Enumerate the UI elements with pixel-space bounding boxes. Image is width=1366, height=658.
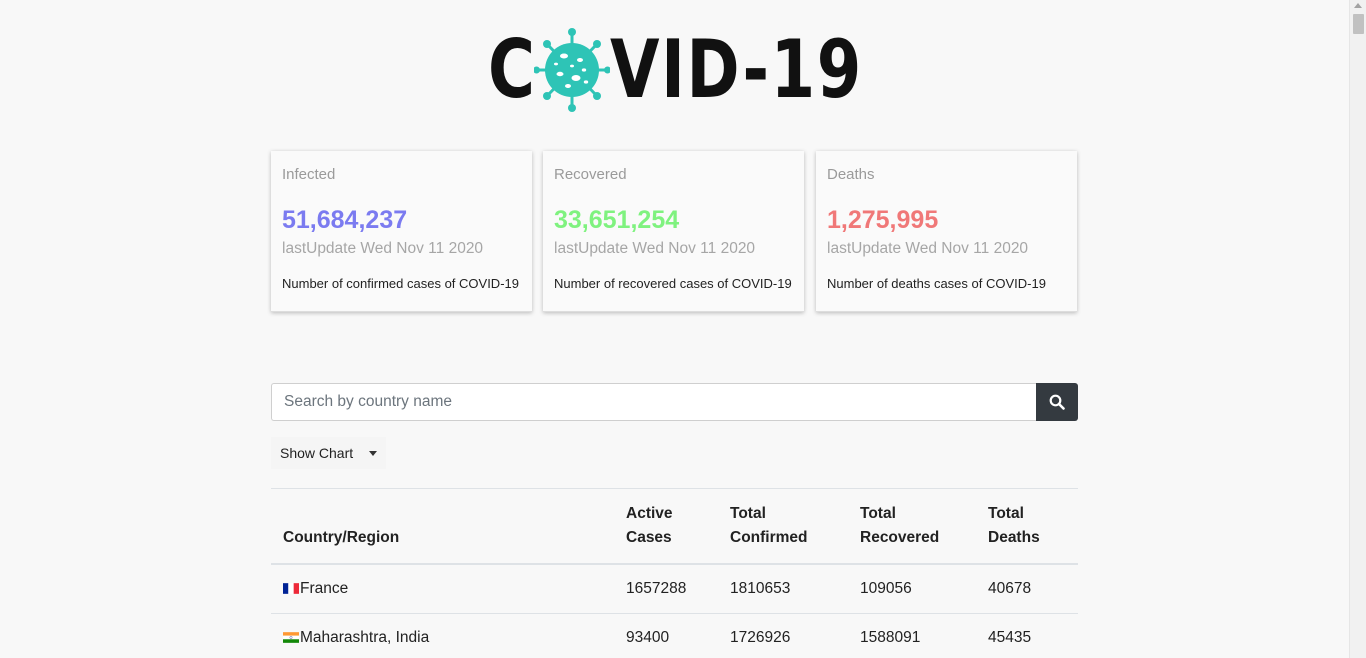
confirmed-cell: 1810653: [718, 564, 848, 614]
last-update: lastUpdate Wed Nov 11 2020: [282, 240, 484, 257]
search-input[interactable]: [271, 383, 1036, 421]
card-description: Number of deaths cases of COVID-19: [827, 276, 1046, 291]
card-title: Infected: [282, 166, 336, 183]
deaths-cell: 45435: [976, 613, 1078, 658]
confirmed-cell: 1726926: [718, 613, 848, 658]
last-update: lastUpdate Wed Nov 11 2020: [827, 240, 1029, 257]
infected-count: 51,684,237: [282, 206, 408, 234]
deaths-card: Deaths 1,275,995 lastUpdate Wed Nov 11 2…: [816, 151, 1077, 312]
recovered-cell: 109056: [848, 564, 976, 614]
infected-card: Infected 51,684,237 lastUpdate Wed Nov 1…: [271, 151, 532, 312]
france-flag-icon: [283, 583, 299, 594]
recovered-card: Recovered 33,651,254 lastUpdate Wed Nov …: [543, 151, 804, 312]
country-cell: Maharashtra, India: [271, 613, 614, 658]
covid-logo: C VID-19: [488, 28, 862, 112]
col-total-deaths-label: Total Deaths: [988, 505, 1040, 546]
india-flag-icon: [283, 632, 299, 643]
country-name: France: [300, 580, 349, 597]
card-title: Recovered: [554, 166, 627, 183]
search-button[interactable]: [1036, 383, 1078, 421]
col-country[interactable]: Country/Region: [271, 488, 614, 565]
scrollbar-thumb[interactable]: [1353, 14, 1364, 34]
recovered-count: 33,651,254: [554, 206, 680, 234]
col-total-confirmed-label: Total Confirmed: [730, 505, 808, 546]
col-active-cases[interactable]: Active Cases: [614, 488, 718, 565]
show-chart-dropdown[interactable]: Show Chart: [271, 437, 387, 469]
table-row[interactable]: Maharashtra, India 93400 1726926 1588091…: [271, 613, 1078, 658]
table-row[interactable]: France 1657288 1810653 109056 40678: [271, 564, 1078, 614]
col-total-recovered[interactable]: Total Recovered: [848, 488, 976, 565]
col-total-recovered-label: Total Recovered: [860, 505, 940, 546]
show-chart-label: Show Chart: [280, 445, 354, 461]
card-title: Deaths: [827, 166, 875, 183]
country-cell: France: [271, 564, 614, 614]
logo-text-rest: VID-19: [610, 23, 863, 116]
deaths-count: 1,275,995: [827, 206, 939, 234]
virus-icon: [534, 28, 610, 112]
country-name: Maharashtra, India: [300, 629, 430, 646]
country-table: Country/Region Active Cases Total Confir…: [271, 488, 1078, 658]
card-description: Number of confirmed cases of COVID-19: [282, 276, 519, 291]
col-active-cases-label: Active Cases: [626, 505, 673, 546]
table-header-row: Country/Region Active Cases Total Confir…: [271, 488, 1078, 565]
scroll-up-arrow-icon[interactable]: [1354, 3, 1362, 8]
logo-text-c: C: [488, 23, 537, 116]
search-icon: [1049, 394, 1065, 410]
scrollbar[interactable]: [1349, 0, 1366, 658]
caret-down-icon: [369, 450, 378, 456]
active-cell: 93400: [614, 613, 718, 658]
col-total-deaths[interactable]: Total Deaths: [976, 488, 1078, 565]
last-update: lastUpdate Wed Nov 11 2020: [554, 240, 756, 257]
card-description: Number of recovered cases of COVID-19: [554, 276, 792, 291]
search-bar: [271, 383, 1078, 421]
col-total-confirmed[interactable]: Total Confirmed: [718, 488, 848, 565]
active-cell: 1657288: [614, 564, 718, 614]
deaths-cell: 40678: [976, 564, 1078, 614]
recovered-cell: 1588091: [848, 613, 976, 658]
